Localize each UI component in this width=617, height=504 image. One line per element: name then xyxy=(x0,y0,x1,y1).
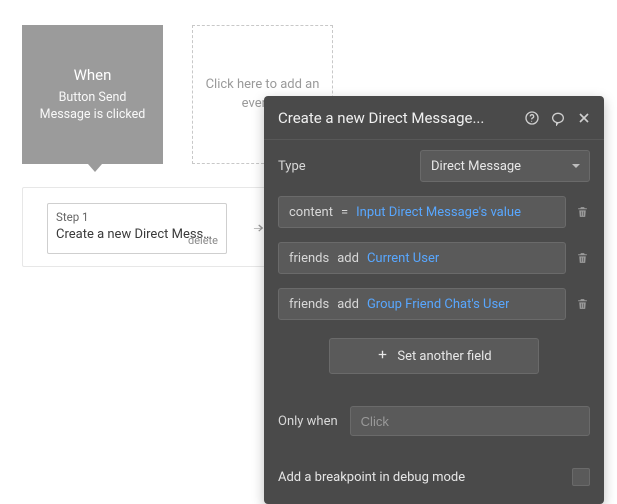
comment-icon[interactable] xyxy=(550,110,566,126)
trash-icon[interactable] xyxy=(574,205,590,219)
field-val: Current User xyxy=(367,251,439,266)
field-lhs: friends xyxy=(289,297,329,312)
set-another-field-button[interactable]: Set another field xyxy=(329,338,539,374)
trash-icon[interactable] xyxy=(574,251,590,265)
set-another-label: Set another field xyxy=(397,349,491,364)
field-chip[interactable]: friends add Group Friend Chat's User xyxy=(278,288,566,320)
field-lhs: friends xyxy=(289,251,329,266)
type-row: Type Direct Message xyxy=(278,150,590,182)
trash-icon[interactable] xyxy=(574,297,590,311)
only-when-input[interactable] xyxy=(350,406,590,436)
breakpoint-label: Add a breakpoint in debug mode xyxy=(278,470,465,485)
field-row: friends add Current User xyxy=(278,242,590,274)
step-number-label: Step 1 xyxy=(56,210,218,226)
panel-title: Create a new Direct Message... xyxy=(278,109,524,127)
field-op: add xyxy=(337,297,359,312)
properties-panel: Create a new Direct Message... Type Dire… xyxy=(264,96,604,504)
workflow-trigger-block[interactable]: When Button Send Message is clicked xyxy=(22,25,163,164)
plus-icon xyxy=(376,348,389,365)
arrow-right-icon xyxy=(251,221,265,235)
type-select-value: Direct Message xyxy=(431,159,521,174)
field-chip[interactable]: content = Input Direct Message's value xyxy=(278,196,566,228)
field-row: friends add Group Friend Chat's User xyxy=(278,288,590,320)
trigger-description: Button Send Message is clicked xyxy=(32,90,153,124)
close-icon[interactable] xyxy=(576,110,592,126)
trigger-when-label: When xyxy=(74,65,112,86)
breakpoint-row: Add a breakpoint in debug mode xyxy=(278,468,590,490)
field-op: = xyxy=(341,205,348,220)
field-lhs: content xyxy=(289,205,333,220)
type-label: Type xyxy=(278,159,306,174)
type-select[interactable]: Direct Message xyxy=(420,150,590,182)
field-op: add xyxy=(337,251,359,266)
panel-body: Type Direct Message content = Input Dire… xyxy=(264,140,604,504)
step-card[interactable]: Step 1 Create a new Direct Message... de… xyxy=(47,203,227,254)
field-chip[interactable]: friends add Current User xyxy=(278,242,566,274)
trigger-pointer xyxy=(88,164,102,172)
field-val: Input Direct Message's value xyxy=(356,205,521,220)
breakpoint-toggle[interactable] xyxy=(572,468,590,486)
chevron-down-icon xyxy=(571,161,581,171)
field-row: content = Input Direct Message's value xyxy=(278,196,590,228)
step-delete-link[interactable]: delete xyxy=(188,234,218,249)
only-when-row: Only when xyxy=(278,406,590,436)
field-val: Group Friend Chat's User xyxy=(367,297,510,312)
panel-header: Create a new Direct Message... xyxy=(264,96,604,140)
only-when-label: Only when xyxy=(278,414,338,429)
help-icon[interactable] xyxy=(524,110,540,126)
